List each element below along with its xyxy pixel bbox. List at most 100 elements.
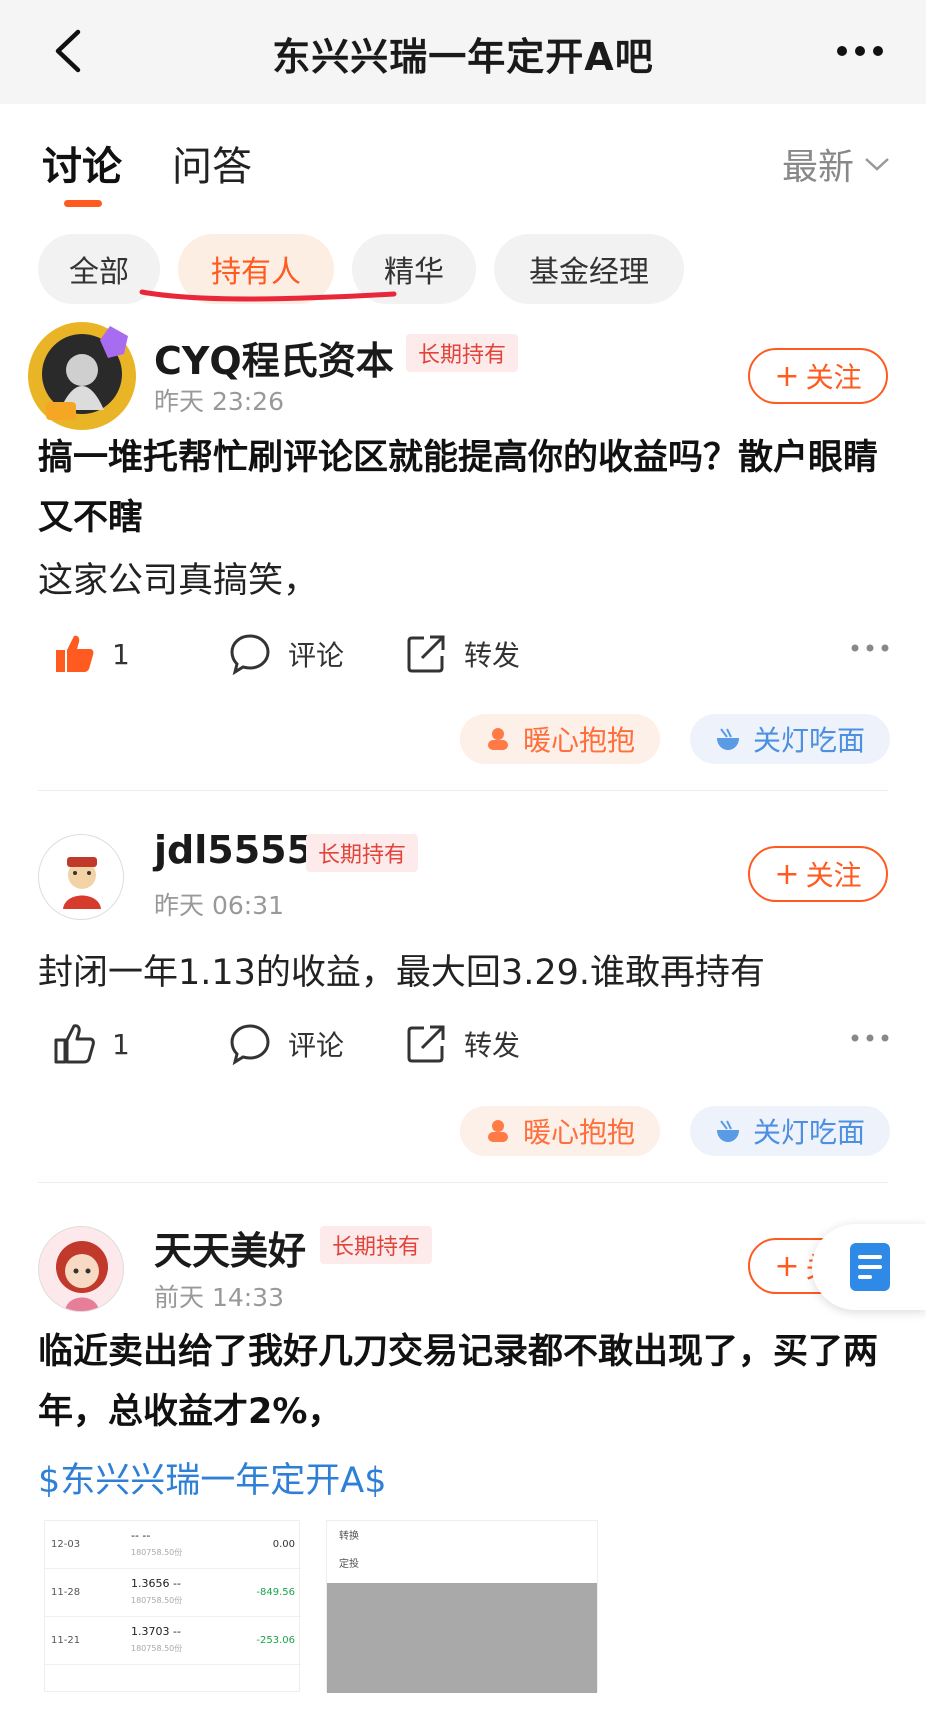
noodle-bowl-icon (716, 1120, 739, 1142)
tab-discussion[interactable]: 讨论 (42, 134, 122, 192)
hug-icon (487, 728, 508, 750)
chip-fund-manager[interactable]: 基金经理 (494, 234, 684, 304)
avatar-laurel-icon (28, 322, 136, 430)
row-nav: 1.3656 -- (131, 1577, 181, 1590)
post-time: 昨天 06:31 (154, 891, 284, 920)
thumbs-up-icon (54, 1024, 95, 1064)
like-count: 1 (112, 637, 130, 671)
reaction-buttons: 暖心抱抱 关灯吃面 (0, 714, 926, 764)
avatar-girl-icon (56, 1241, 108, 1311)
share-icon (407, 1025, 445, 1063)
table-row: 11-28 1.3656 -- 180758.50份 -849.56 (45, 1569, 301, 1617)
table-row: 11-21 1.3703 -- 180758.50份 -253.06 (45, 1617, 301, 1665)
react-lamp-label: 关灯吃面 (752, 724, 865, 757)
post-divider (38, 790, 888, 791)
follow-button[interactable]: + 关注 (748, 348, 888, 404)
follow-label: 关注 (805, 859, 862, 892)
menu-item: 转换 (339, 1531, 359, 1542)
post-card: jdl5555 长期持有 昨天 06:31 + 关注 封闭一年1.13的收益，最… (0, 828, 926, 1182)
avatar[interactable] (38, 834, 124, 920)
more-dots-icon[interactable] (850, 1032, 890, 1044)
plus-icon: + (774, 1248, 800, 1284)
page-title: 东兴兴瑞一年定开A吧 (272, 35, 654, 79)
active-tab-indicator (64, 200, 102, 207)
post-card: CYQ程氏资本 长期持有 昨天 23:26 + 关注 搞一堆托帮忙刷评论区就能提… (0, 318, 926, 790)
noodle-bowl-icon (716, 728, 739, 750)
main-tabs: 讨论 问答 最新 (0, 104, 926, 224)
top-navigation-bar: 东兴兴瑞一年定开A吧 (0, 0, 926, 104)
row-nav: -- -- (131, 1529, 151, 1542)
reaction-buttons: 暖心抱抱 关灯吃面 (0, 1106, 926, 1156)
comment-icon (230, 634, 270, 676)
avatar-fortune-god-icon (63, 857, 101, 909)
holder-badge: 长期持有 (320, 1226, 433, 1264)
react-warm-hug-button[interactable]: 暖心抱抱 (460, 714, 660, 764)
like-button[interactable]: 1 (52, 1016, 130, 1072)
post-time: 前天 14:33 (154, 1283, 284, 1312)
chevron-down-icon (865, 158, 889, 171)
holder-badge: 长期持有 (306, 834, 419, 872)
row-amount: 0.00 (272, 1539, 295, 1550)
share-button[interactable]: 转发 (404, 1016, 520, 1072)
like-count: 1 (112, 1027, 130, 1061)
post-actions: 1 评论 转发 (0, 626, 926, 686)
tab-qa[interactable]: 问答 (172, 134, 252, 192)
sort-label: 最新 (781, 147, 854, 188)
react-lights-off-button[interactable]: 关灯吃面 (690, 1106, 890, 1156)
plus-icon: + (774, 358, 800, 394)
avatar[interactable] (24, 318, 140, 434)
holder-badge: 长期持有 (406, 334, 519, 372)
plus-icon: + (774, 856, 800, 892)
post-title[interactable]: 搞一堆托帮忙刷评论区就能提高你的收益吗？散户眼睛又不瞎 (38, 428, 888, 548)
row-amount: -849.56 (256, 1587, 295, 1598)
sort-dropdown[interactable]: 最新 (782, 138, 890, 190)
row-date: 12-03 (51, 1539, 81, 1550)
row-date: 11-28 (51, 1587, 81, 1598)
share-icon (407, 635, 445, 673)
avatar[interactable] (38, 1226, 124, 1312)
react-warm-label: 暖心抱抱 (522, 1116, 635, 1149)
thumbs-up-filled-icon (56, 635, 94, 672)
compose-icon (850, 1243, 890, 1291)
follow-label: 关注 (805, 361, 862, 394)
follow-button[interactable]: + 关注 (748, 846, 888, 902)
like-button[interactable]: 1 (52, 626, 130, 682)
row-nav: 1.3703 -- (131, 1625, 181, 1638)
react-lights-off-button[interactable]: 关灯吃面 (690, 714, 890, 764)
row-amount: -253.06 (256, 1635, 295, 1646)
fund-link[interactable]: $东兴兴瑞一年定开A$ (38, 1452, 386, 1503)
post-actions: 1 评论 转发 (0, 1016, 926, 1076)
react-warm-hug-button[interactable]: 暖心抱抱 (460, 1106, 660, 1156)
app-menu-thumbnail[interactable]: 转换 定投 (326, 1520, 598, 1693)
more-options-icon[interactable] (836, 38, 884, 64)
share-button[interactable]: 转发 (404, 626, 520, 682)
comment-label: 评论 (288, 639, 345, 672)
share-label: 转发 (464, 639, 521, 672)
post-image-thumbnails: 12-03 -- -- 180758.50份 0.00 11-28 1.3656… (44, 1520, 604, 1693)
floating-post-button[interactable] (812, 1224, 926, 1310)
comment-button[interactable]: 评论 (228, 626, 344, 682)
row-shares: 180758.50份 (131, 1596, 183, 1605)
post-time: 昨天 23:26 (154, 387, 284, 416)
more-dots-icon[interactable] (850, 642, 890, 654)
post-divider (38, 1182, 888, 1183)
post-body[interactable]: 封闭一年1.13的收益，最大回3.29.谁敢再持有 (38, 948, 888, 998)
row-shares: 180758.50份 (131, 1548, 183, 1557)
post-title[interactable]: 临近卖出给了我好几刀交易记录都不敢出现了，买了两年，总收益才2%， (38, 1322, 888, 1442)
post-username[interactable]: CYQ程氏资本 (154, 330, 394, 385)
table-row: 12-03 -- -- 180758.50份 0.00 (45, 1521, 301, 1569)
post-body[interactable]: 这家公司真搞笑， (38, 556, 888, 606)
comment-icon (230, 1024, 270, 1066)
share-label: 转发 (464, 1029, 521, 1062)
post-username[interactable]: jdl5555 (154, 828, 313, 872)
post-username[interactable]: 天天美好 (154, 1220, 306, 1275)
react-lamp-label: 关灯吃面 (752, 1116, 865, 1149)
red-underline-annotation (139, 289, 397, 302)
trade-record-thumbnail[interactable]: 12-03 -- -- 180758.50份 0.00 11-28 1.3656… (44, 1520, 301, 1692)
hug-icon (487, 1120, 508, 1142)
row-shares: 180758.50份 (131, 1644, 183, 1653)
comment-button[interactable]: 评论 (228, 1016, 344, 1072)
comment-label: 评论 (288, 1029, 345, 1062)
gray-overlay (327, 1583, 597, 1693)
react-warm-label: 暖心抱抱 (522, 724, 635, 757)
